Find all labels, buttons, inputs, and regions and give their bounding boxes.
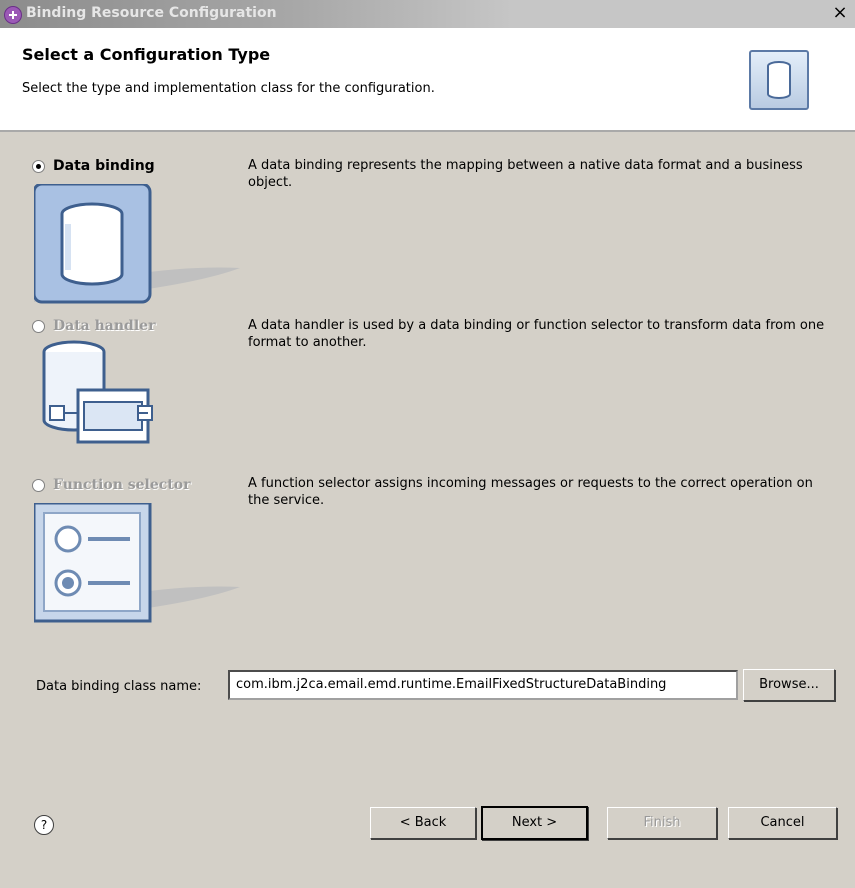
finish-button: Finish xyxy=(607,807,717,839)
help-icon[interactable]: ? xyxy=(34,815,54,835)
radio-function-selector[interactable]: Function selector xyxy=(32,477,190,493)
close-icon[interactable]: × xyxy=(831,3,849,23)
title-bar: Binding Resource Configuration × xyxy=(0,0,855,28)
option-description: A function selector assigns incoming mes… xyxy=(248,476,813,508)
header-banner: Select a Configuration Type Select the t… xyxy=(0,28,855,132)
function-selector-icon xyxy=(32,501,244,623)
cancel-button[interactable]: Cancel xyxy=(728,807,837,839)
browse-button[interactable]: Browse... xyxy=(743,669,835,701)
back-button[interactable]: < Back xyxy=(370,807,476,839)
window-title: Binding Resource Configuration xyxy=(26,5,277,21)
data-handler-icon xyxy=(34,340,244,460)
radio-button[interactable] xyxy=(32,319,45,333)
radio-data-handler[interactable]: Data handler xyxy=(32,318,155,334)
option-description: A data handler is used by a data binding… xyxy=(248,318,825,350)
radio-button-selected[interactable] xyxy=(32,159,45,173)
class-name-input[interactable]: com.ibm.j2ca.email.emd.runtime.EmailFixe… xyxy=(228,670,738,700)
database-icon xyxy=(749,50,809,110)
option-label[interactable]: Function selector xyxy=(53,477,190,493)
page-description: Select the type and implementation class… xyxy=(22,81,435,96)
data-binding-icon xyxy=(32,182,244,304)
option-description: A data binding represents the mapping be… xyxy=(248,158,803,190)
app-icon xyxy=(4,6,22,24)
option-label[interactable]: Data binding xyxy=(53,158,155,174)
radio-data-binding[interactable]: Data binding xyxy=(32,158,155,174)
next-button[interactable]: Next > xyxy=(481,806,588,840)
radio-button[interactable] xyxy=(32,478,45,492)
page-title: Select a Configuration Type xyxy=(22,45,271,64)
class-name-label: Data binding class name: xyxy=(36,679,202,694)
option-label[interactable]: Data handler xyxy=(53,318,155,334)
